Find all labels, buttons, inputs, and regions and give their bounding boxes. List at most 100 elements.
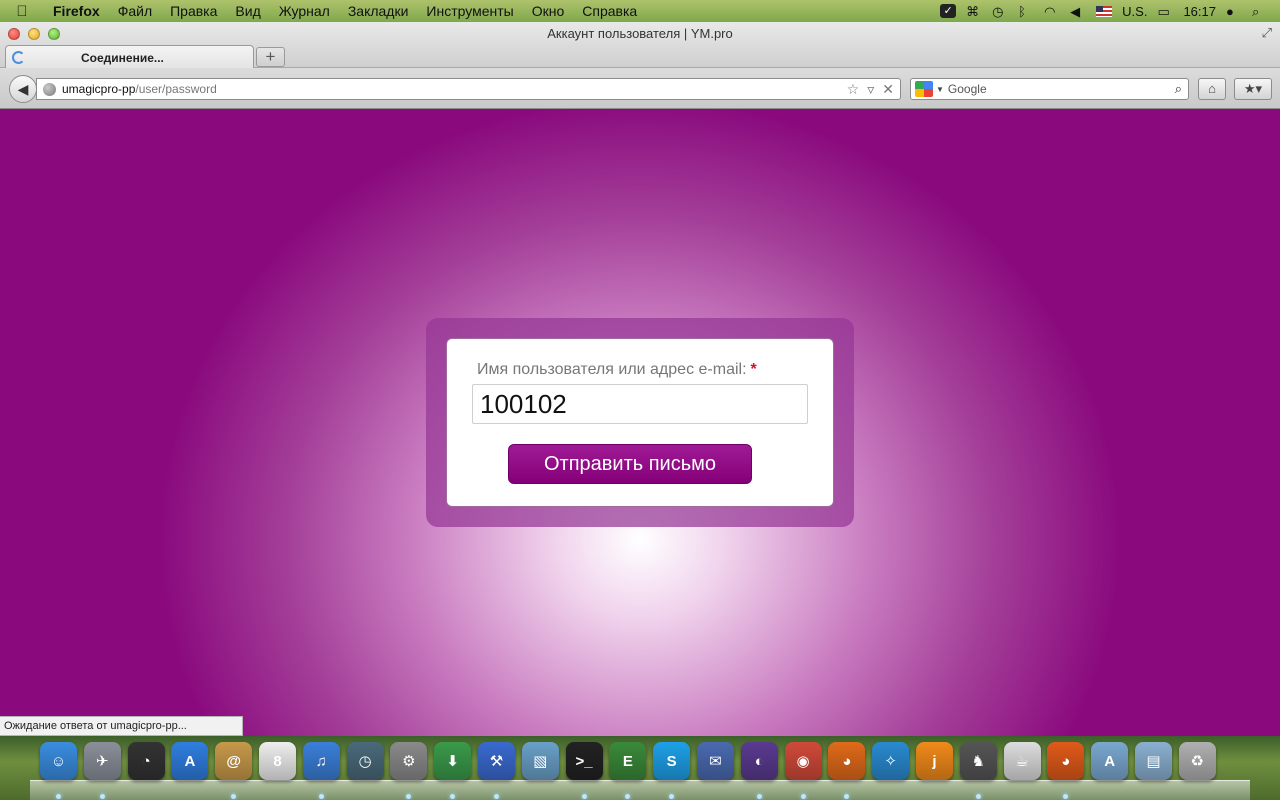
running-indicator (801, 794, 806, 799)
bookmarks-menu-button[interactable]: ★▾ (1234, 78, 1272, 100)
checkmark-status-icon[interactable]: ✓ (940, 4, 957, 18)
trash-icon[interactable]: ♻ (1178, 742, 1216, 780)
running-indicator (494, 794, 499, 799)
running-indicator (406, 794, 411, 799)
running-indicator (669, 794, 674, 799)
safari-icon[interactable]: ✧ (872, 742, 910, 780)
status-bar: Ожидание ответа от umagicpro-pp... (0, 716, 243, 736)
time-machine-icon[interactable]: ◷ (346, 742, 384, 780)
user-icon[interactable]: ● (1226, 4, 1242, 19)
running-indicator (319, 794, 324, 799)
us-flag-icon[interactable] (1096, 5, 1113, 17)
joinme-icon[interactable]: j (915, 742, 953, 780)
input-source-label[interactable]: U.S. (1122, 4, 1147, 19)
navigation-toolbar: umagicpro-pp/user/password ☆ ▿ ✕ ◀ ▼ Goo… (0, 68, 1280, 109)
search-input[interactable]: Google (948, 82, 987, 96)
dashboard-icon[interactable]: ◔ (127, 742, 165, 780)
bluetooth-icon[interactable]: ᛒ (1018, 4, 1034, 19)
running-indicator (450, 794, 455, 799)
app-store-icon[interactable]: A (171, 742, 209, 780)
firefox-icon[interactable]: ◕ (828, 742, 866, 780)
wifi-icon[interactable]: ◠ (1044, 4, 1060, 19)
url-bar[interactable]: umagicpro-pp/user/password ☆ ▿ ✕ (36, 78, 901, 100)
username-label-text: Имя пользователя или адрес e-mail: (477, 361, 747, 378)
url-actions: ☆ ▿ ✕ (847, 81, 900, 98)
itunes-icon[interactable]: ♫ (302, 742, 340, 780)
running-indicator (976, 794, 981, 799)
search-bar[interactable]: ▼ Google ⌕ (910, 78, 1189, 100)
home-button[interactable]: ⌂ (1198, 78, 1226, 100)
menu-item-edit[interactable]: Правка (161, 0, 226, 22)
eclipse-icon[interactable]: ◐ (740, 742, 778, 780)
bookmark-star-icon[interactable]: ☆ (847, 81, 860, 98)
preview-icon[interactable]: ▧ (521, 742, 559, 780)
evernote-icon[interactable]: E (609, 742, 647, 780)
menu-item-history[interactable]: Журнал (270, 0, 339, 22)
command-status-icon[interactable]: ⌘ (966, 4, 982, 19)
new-tab-button[interactable]: + (256, 47, 285, 67)
username-email-input[interactable] (472, 384, 808, 424)
password-reset-panel: Имя пользователя или адрес e-mail:* Отпр… (426, 318, 854, 527)
apple-icon[interactable]:  (0, 3, 44, 20)
menu-bar:  Firefox Файл Правка Вид Журнал Закладк… (0, 0, 1280, 22)
applications-folder-icon[interactable]: A (1091, 742, 1129, 780)
menu-extras: ✓ ⌘ ◷ ᛒ ◠ ◀ U.S. ▭ 16:17 ● ⌕ (940, 4, 1280, 19)
send-email-button[interactable]: Отправить письмо (508, 444, 752, 484)
volume-icon[interactable]: ◀ (1070, 4, 1086, 19)
fullscreen-icon[interactable]: ⤢ (1262, 25, 1272, 41)
window-titlebar: Аккаунт пользователя | YM.pro ⤢ Соединен… (0, 22, 1280, 69)
menu-item-view[interactable]: Вид (226, 0, 269, 22)
page-content: Имя пользователя или адрес e-mail:* Отпр… (0, 110, 1280, 736)
engine-dropdown-icon[interactable]: ▼ (936, 85, 944, 94)
url-path: /user/password (135, 82, 217, 96)
spotlight-icon[interactable]: ⌕ (1252, 4, 1268, 19)
dock-icons: ☺ ✈ ◔ A @8 ♫ ◷ ⚙ ⬇ ⚒ ▧ >_ E S ✉ ◐ ◉ ◕ ✧ j ♞ ☕ ◕ A ▤ ♻ (40, 742, 1216, 780)
back-button[interactable]: ◀ (9, 75, 37, 103)
history-dropdown-icon[interactable]: ▿ (867, 81, 874, 98)
password-reset-form: Имя пользователя или адрес e-mail:* Отпр… (446, 338, 834, 507)
calendar-icon[interactable]: 8 (258, 742, 296, 780)
firefox-2-icon[interactable]: ◕ (1047, 742, 1085, 780)
menu-item-help[interactable]: Справка (573, 0, 646, 22)
stop-icon[interactable]: ✕ (882, 81, 894, 98)
network-download-icon[interactable]: ⬇ (434, 742, 472, 780)
running-indicator (625, 794, 630, 799)
coffee-icon[interactable]: ☕ (1003, 742, 1041, 780)
dock: ☺ ✈ ◔ A @8 ♫ ◷ ⚙ ⬇ ⚒ ▧ >_ E S ✉ ◐ ◉ ◕ ✧ j ♞ ☕ ◕ A ▤ ♻ (0, 736, 1280, 800)
username-field-label: Имя пользователя или адрес e-mail: * (477, 361, 757, 379)
menu-item-tools[interactable]: Инструменты (417, 0, 522, 22)
github-icon[interactable]: ♞ (959, 742, 997, 780)
running-indicator (56, 794, 61, 799)
xcode-icon[interactable]: ⚒ (477, 742, 515, 780)
time-machine-status-icon[interactable]: ◷ (992, 4, 1008, 19)
mail-icon[interactable]: ✉ (696, 742, 734, 780)
documents-folder-icon[interactable]: ▤ (1134, 742, 1172, 780)
system-preferences-icon[interactable]: ⚙ (390, 742, 428, 780)
running-indicator (757, 794, 762, 799)
window-title: Аккаунт пользователя | YM.pro (547, 26, 733, 41)
google-engine-icon[interactable] (915, 81, 933, 97)
menu-item-firefox[interactable]: Firefox (44, 0, 109, 22)
address-book-icon[interactable]: @ (215, 742, 253, 780)
clock[interactable]: 16:17 (1183, 4, 1216, 19)
url-host: umagicpro-pp (62, 82, 136, 96)
tab-label: Соединение... (81, 50, 164, 65)
chrome-icon[interactable]: ◉ (784, 742, 822, 780)
menu-item-bookmarks[interactable]: Закладки (339, 0, 418, 22)
skype-icon[interactable]: S (653, 742, 691, 780)
tab-active[interactable]: Соединение... (5, 45, 254, 69)
running-indicator (844, 794, 849, 799)
search-icon[interactable]: ⌕ (1175, 81, 1182, 97)
loading-spinner-icon (12, 51, 25, 64)
running-indicator (1063, 794, 1068, 799)
finder-icon[interactable]: ☺ (40, 742, 77, 780)
battery-icon[interactable]: ▭ (1157, 4, 1173, 19)
menu-item-file[interactable]: Файл (109, 0, 161, 22)
running-indicator (231, 794, 236, 799)
launchpad-icon[interactable]: ✈ (83, 742, 121, 780)
menu-item-window[interactable]: Окно (523, 0, 574, 22)
terminal-icon[interactable]: >_ (565, 742, 603, 780)
running-indicator (582, 794, 587, 799)
site-identity-icon[interactable] (43, 82, 56, 96)
running-indicator (100, 794, 105, 799)
